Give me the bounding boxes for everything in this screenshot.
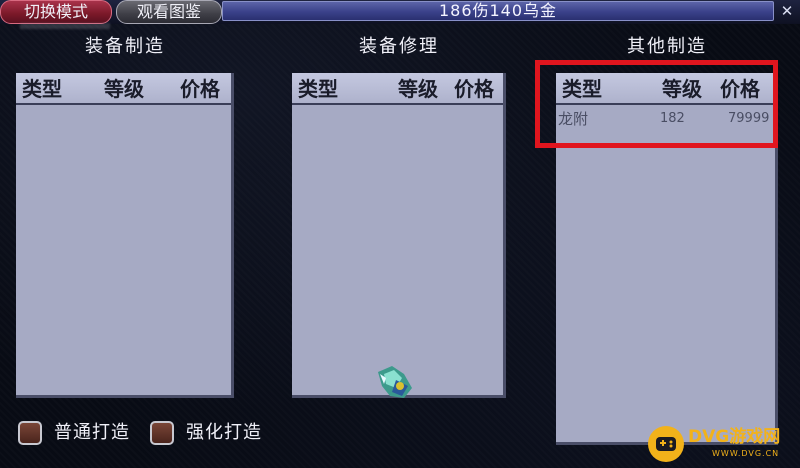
column-header-price[interactable]: 价格 (180, 73, 220, 105)
watermark-text: DVG游戏网 (688, 427, 781, 447)
normal-craft-checkbox[interactable] (18, 421, 42, 445)
normal-craft-label: 普通打造 (54, 422, 130, 443)
close-icon[interactable]: ✕ (778, 2, 796, 20)
highlight-box (535, 60, 778, 148)
table-body[interactable] (16, 107, 231, 395)
switch-mode-button[interactable]: 切换模式 (0, 0, 112, 24)
panel-equipment-repair: 类型 等级 价格 (292, 73, 506, 398)
column-header-type[interactable]: 类型 (298, 73, 338, 105)
table-header: 类型 等级 价格 (292, 73, 503, 105)
column-header-type[interactable]: 类型 (22, 73, 62, 105)
blurred-text-remnant (20, 23, 110, 29)
section-title-equipment-repair: 装备修理 (359, 36, 439, 57)
column-header-level[interactable]: 等级 (398, 73, 438, 105)
column-header-price[interactable]: 价格 (454, 73, 494, 105)
enhanced-craft-label: 强化打造 (186, 422, 262, 443)
watermark: DVG游戏网 WWW.DVG.CN (646, 424, 800, 468)
table-header: 类型 等级 价格 (16, 73, 231, 105)
table-body: 龙附 182 79999 (556, 107, 775, 442)
section-title-other-craft: 其他制造 (627, 36, 707, 57)
section-title-equipment-craft: 装备制造 (85, 36, 165, 57)
gamepad-logo-icon (648, 426, 684, 462)
column-header-level[interactable]: 等级 (104, 73, 144, 105)
gem-icon (378, 366, 412, 398)
view-gallery-button[interactable]: 观看图鉴 (116, 0, 222, 24)
panel-equipment-craft: 类型 等级 价格 (16, 73, 234, 398)
table-body[interactable] (292, 107, 503, 395)
enhanced-craft-checkbox[interactable] (150, 421, 174, 445)
watermark-url: WWW.DVG.CN (712, 449, 780, 458)
window-title: 186伤140乌金 (222, 1, 774, 21)
